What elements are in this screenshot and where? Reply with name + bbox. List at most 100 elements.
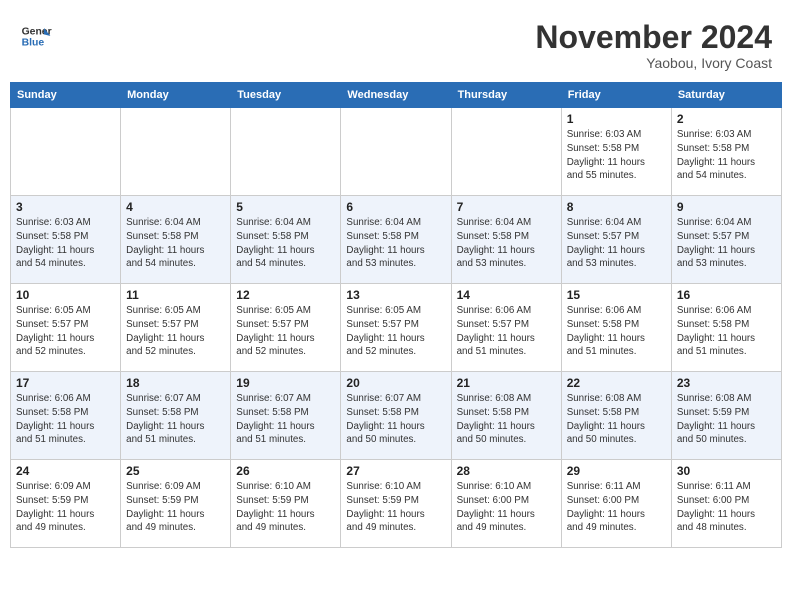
day-info: Sunrise: 6:08 AMSunset: 5:58 PMDaylight:… — [567, 392, 666, 447]
day-number: 23 — [677, 376, 776, 390]
day-number: 2 — [677, 112, 776, 126]
svg-text:Blue: Blue — [22, 38, 45, 49]
day-info: Sunrise: 6:11 AMSunset: 6:00 PMDaylight:… — [677, 480, 776, 535]
calendar-day-cell: 18Sunrise: 6:07 AMSunset: 5:58 PMDayligh… — [121, 372, 231, 460]
calendar-day-cell: 17Sunrise: 6:06 AMSunset: 5:58 PMDayligh… — [11, 372, 121, 460]
calendar-week-row: 3 Sunrise: 6:03 AMSunset: 5:58 PMDaylight… — [11, 196, 782, 284]
calendar-day-cell — [11, 108, 121, 196]
calendar-day-cell: 2Sunrise: 6:03 AMSunset: 5:58 PMDaylight… — [671, 108, 781, 196]
calendar-day-cell: 3 Sunrise: 6:03 AMSunset: 5:58 PMDaylight… — [11, 196, 121, 284]
calendar-day-cell: 15 Sunrise: 6:06 AMSunset: 5:58 PMDayligh… — [561, 284, 671, 372]
day-number: 29 — [567, 464, 666, 478]
day-info: Sunrise: 6:05 AMSunset: 5:57 PMDaylight:… — [126, 304, 225, 359]
calendar-day-cell: 4 Sunrise: 6:04 AMSunset: 5:58 PMDaylight… — [121, 196, 231, 284]
calendar-day-cell: 9 Sunrise: 6:04 AMSunset: 5:57 PMDaylight… — [671, 196, 781, 284]
calendar-day-cell: 13Sunrise: 6:05 AMSunset: 5:57 PMDayligh… — [341, 284, 451, 372]
calendar-day-cell: 27Sunrise: 6:10 AMSunset: 5:59 PMDayligh… — [341, 460, 451, 548]
calendar-day-cell: 20 Sunrise: 6:07 AMSunset: 5:58 PMDayligh… — [341, 372, 451, 460]
calendar-day-cell: 25 Sunrise: 6:09 AMSunset: 5:59 PMDayligh… — [121, 460, 231, 548]
day-info: Sunrise: 6:04 AMSunset: 5:57 PMDaylight:… — [677, 216, 776, 271]
day-info: Sunrise: 6:10 AMSunset: 5:59 PMDaylight:… — [236, 480, 335, 535]
day-info: Sunrise: 6:06 AMSunset: 5:58 PMDaylight:… — [567, 304, 666, 359]
day-number: 19 — [236, 376, 335, 390]
day-info: Sunrise: 6:03 AMSunset: 5:58 PMDaylight:… — [16, 216, 115, 271]
day-info: Sunrise: 6:04 AMSunset: 5:58 PMDaylight:… — [457, 216, 556, 271]
day-number: 20 — [346, 376, 445, 390]
day-number: 11 — [126, 288, 225, 302]
calendar-day-cell: 30 Sunrise: 6:11 AMSunset: 6:00 PMDayligh… — [671, 460, 781, 548]
day-info: Sunrise: 6:05 AMSunset: 5:57 PMDaylight:… — [236, 304, 335, 359]
calendar-day-cell: 16Sunrise: 6:06 AMSunset: 5:58 PMDayligh… — [671, 284, 781, 372]
day-number: 9 — [677, 200, 776, 214]
calendar-day-cell: 22 Sunrise: 6:08 AMSunset: 5:58 PMDayligh… — [561, 372, 671, 460]
calendar-day-cell: 1 Sunrise: 6:03 AMSunset: 5:58 PMDaylight… — [561, 108, 671, 196]
calendar-day-cell: 21 Sunrise: 6:08 AMSunset: 5:58 PMDayligh… — [451, 372, 561, 460]
calendar-week-row: 1 Sunrise: 6:03 AMSunset: 5:58 PMDaylight… — [11, 108, 782, 196]
weekday-header: Wednesday — [341, 83, 451, 108]
day-number: 24 — [16, 464, 115, 478]
weekday-header-row: SundayMondayTuesdayWednesdayThursdayFrid… — [11, 83, 782, 108]
day-info: Sunrise: 6:05 AMSunset: 5:57 PMDaylight:… — [346, 304, 445, 359]
day-info: Sunrise: 6:08 AMSunset: 5:58 PMDaylight:… — [457, 392, 556, 447]
day-info: Sunrise: 6:09 AMSunset: 5:59 PMDaylight:… — [16, 480, 115, 535]
title-area: November 2024 Yaobou, Ivory Coast — [535, 20, 772, 71]
day-number: 26 — [236, 464, 335, 478]
day-number: 7 — [457, 200, 556, 214]
day-number: 27 — [346, 464, 445, 478]
day-number: 22 — [567, 376, 666, 390]
day-number: 12 — [236, 288, 335, 302]
day-number: 21 — [457, 376, 556, 390]
logo: General Blue — [20, 20, 52, 52]
day-number: 4 — [126, 200, 225, 214]
day-number: 10 — [16, 288, 115, 302]
weekday-header: Sunday — [11, 83, 121, 108]
calendar-day-cell — [231, 108, 341, 196]
day-number: 14 — [457, 288, 556, 302]
weekday-header: Thursday — [451, 83, 561, 108]
day-info: Sunrise: 6:07 AMSunset: 5:58 PMDaylight:… — [346, 392, 445, 447]
day-info: Sunrise: 6:06 AMSunset: 5:58 PMDaylight:… — [677, 304, 776, 359]
day-info: Sunrise: 6:10 AMSunset: 6:00 PMDaylight:… — [457, 480, 556, 535]
day-number: 18 — [126, 376, 225, 390]
month-title: November 2024 — [535, 20, 772, 55]
calendar-day-cell: 28 Sunrise: 6:10 AMSunset: 6:00 PMDayligh… — [451, 460, 561, 548]
calendar-day-cell: 11 Sunrise: 6:05 AMSunset: 5:57 PMDayligh… — [121, 284, 231, 372]
svg-text:General: General — [22, 26, 52, 37]
calendar-day-cell: 19 Sunrise: 6:07 AMSunset: 5:58 PMDayligh… — [231, 372, 341, 460]
weekday-header: Friday — [561, 83, 671, 108]
calendar-day-cell: 29Sunrise: 6:11 AMSunset: 6:00 PMDayligh… — [561, 460, 671, 548]
day-number: 28 — [457, 464, 556, 478]
day-number: 1 — [567, 112, 666, 126]
day-number: 30 — [677, 464, 776, 478]
page-header: General Blue November 2024 Yaobou, Ivory… — [10, 10, 782, 76]
day-number: 5 — [236, 200, 335, 214]
calendar-day-cell — [121, 108, 231, 196]
day-info: Sunrise: 6:03 AMSunset: 5:58 PMDaylight:… — [567, 128, 666, 183]
calendar-week-row: 10 Sunrise: 6:05 AMSunset: 5:57 PMDayligh… — [11, 284, 782, 372]
day-number: 17 — [16, 376, 115, 390]
day-number: 25 — [126, 464, 225, 478]
day-info: Sunrise: 6:04 AMSunset: 5:58 PMDaylight:… — [346, 216, 445, 271]
calendar-day-cell: 8Sunrise: 6:04 AMSunset: 5:57 PMDaylight… — [561, 196, 671, 284]
calendar-day-cell: 6Sunrise: 6:04 AMSunset: 5:58 PMDaylight… — [341, 196, 451, 284]
calendar-day-cell: 26 Sunrise: 6:10 AMSunset: 5:59 PMDayligh… — [231, 460, 341, 548]
day-number: 8 — [567, 200, 666, 214]
calendar-week-row: 17Sunrise: 6:06 AMSunset: 5:58 PMDayligh… — [11, 372, 782, 460]
calendar-day-cell — [341, 108, 451, 196]
calendar-day-cell: 23Sunrise: 6:08 AMSunset: 5:59 PMDayligh… — [671, 372, 781, 460]
location-title: Yaobou, Ivory Coast — [535, 55, 772, 71]
logo-icon: General Blue — [20, 20, 52, 52]
weekday-header: Monday — [121, 83, 231, 108]
day-number: 3 — [16, 200, 115, 214]
day-number: 15 — [567, 288, 666, 302]
weekday-header: Saturday — [671, 83, 781, 108]
calendar-day-cell: 14 Sunrise: 6:06 AMSunset: 5:57 PMDayligh… — [451, 284, 561, 372]
day-info: Sunrise: 6:09 AMSunset: 5:59 PMDaylight:… — [126, 480, 225, 535]
calendar-day-cell: 24 Sunrise: 6:09 AMSunset: 5:59 PMDayligh… — [11, 460, 121, 548]
calendar-day-cell: 12 Sunrise: 6:05 AMSunset: 5:57 PMDayligh… — [231, 284, 341, 372]
day-info: Sunrise: 6:06 AMSunset: 5:57 PMDaylight:… — [457, 304, 556, 359]
calendar-day-cell: 5Sunrise: 6:04 AMSunset: 5:58 PMDaylight… — [231, 196, 341, 284]
calendar-day-cell — [451, 108, 561, 196]
day-info: Sunrise: 6:04 AMSunset: 5:58 PMDaylight:… — [126, 216, 225, 271]
day-info: Sunrise: 6:07 AMSunset: 5:58 PMDaylight:… — [236, 392, 335, 447]
